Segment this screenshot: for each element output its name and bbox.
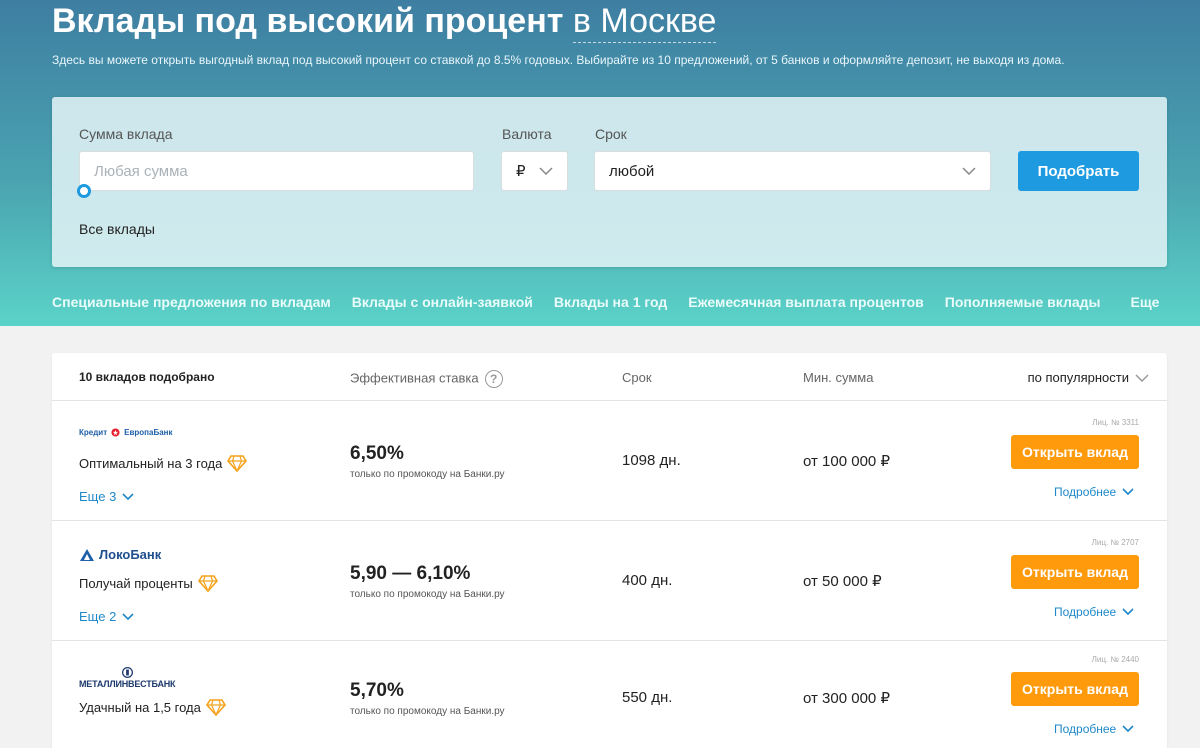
more-offers-link[interactable]: Еще 3 (79, 489, 134, 504)
rate-value: 5,70% (350, 680, 404, 701)
details-text: Подробнее (1054, 722, 1117, 736)
chevron-down-icon (1122, 488, 1134, 496)
page-title-main: Вклады под высокий процент (52, 2, 564, 40)
license-number: Лиц. № 2440 (1091, 655, 1139, 664)
sort-value: по популярности (1027, 370, 1129, 385)
diamond-icon (227, 455, 248, 472)
city-selector[interactable]: в Москве (572, 2, 717, 43)
min-sum-value: от 100 000 ₽ (803, 453, 890, 470)
bank-logo-kredit-europa[interactable]: Кредит ЕвропаБанк (79, 428, 172, 437)
chevron-down-icon (1122, 608, 1134, 616)
search-button[interactable]: Подобрать (1018, 151, 1139, 191)
rate-value: 6,50% (350, 443, 404, 464)
bank-emblem-icon (80, 548, 94, 561)
promo-label: Получай проценты (79, 575, 218, 592)
term-select[interactable]: любой (594, 151, 991, 191)
bank-logo-loko[interactable]: ЛокоБанк (79, 547, 161, 562)
search-panel: Сумма вклада Любая сумма Валюта ₽ Срок л… (52, 97, 1167, 267)
hero-section: Вклады под высокий процент в Москве Здес… (0, 0, 1200, 326)
currency-value: ₽ (516, 163, 526, 180)
tab-online-application[interactable]: Вклады с онлайн-заявкой (352, 294, 533, 310)
deposit-row: МЕТАЛЛИНВЕСТБАНК Удачный на 1,5 года 5,7… (52, 641, 1167, 748)
chevron-down-icon (122, 612, 134, 620)
page-subtitle: Здесь вы можете открыть выгодный вклад п… (52, 53, 1065, 67)
bank-logo-metallinvest[interactable]: МЕТАЛЛИНВЕСТБАНК (79, 667, 176, 689)
tab-replenishable[interactable]: Пополняемые вклады (945, 294, 1101, 310)
details-link[interactable]: Подробнее (1054, 485, 1134, 499)
term-value: 550 дн. (622, 689, 673, 706)
open-deposit-button[interactable]: Открыть вклад (1011, 672, 1139, 706)
tab-one-year[interactable]: Вклады на 1 год (554, 294, 667, 310)
column-rate-label: Эффективная ставка (350, 370, 479, 386)
deposit-row: Кредит ЕвропаБанк Оптимальный на 3 года … (52, 401, 1167, 521)
deposit-row: ЛокоБанк Получай проценты Еще 2 5,90 — 6… (52, 521, 1167, 641)
bank-name: ЛокоБанк (99, 547, 162, 562)
results-count: 10 вкладов подобрано (79, 370, 215, 384)
bank-emblem-icon (111, 428, 120, 437)
chevron-down-icon (122, 492, 134, 500)
category-tabs: Специальные предложения по вкладам Вклад… (52, 294, 1180, 310)
tab-monthly-interest[interactable]: Ежемесячная выплата процентов (688, 294, 924, 310)
diamond-icon (197, 575, 218, 592)
column-min-sum: Мин. сумма (803, 370, 874, 385)
tab-more[interactable]: Еще (1130, 294, 1159, 310)
column-rate: Эффективная ставка? (350, 370, 503, 388)
bank-name-part2: ЕвропаБанк (124, 428, 173, 437)
chevron-down-icon (539, 164, 553, 178)
term-label: Срок (595, 126, 627, 142)
term-value: 1098 дн. (622, 452, 681, 469)
more-offers-link[interactable]: Еще 2 (79, 609, 134, 624)
amount-label: Сумма вклада (79, 126, 173, 142)
details-link[interactable]: Подробнее (1054, 605, 1134, 619)
min-sum-value: от 50 000 ₽ (803, 573, 882, 590)
diamond-icon (205, 699, 226, 716)
amount-input[interactable]: Любая сумма (79, 151, 474, 191)
sort-select[interactable]: по популярности (1028, 370, 1149, 385)
bank-name-part1: Кредит (79, 428, 108, 437)
promo-text: Получай проценты (79, 576, 193, 591)
promo-text: Оптимальный на 3 года (79, 456, 223, 471)
rate-value: 5,90 — 6,10% (350, 563, 471, 584)
rate-note: только по промокоду на Банки.ру (350, 706, 505, 717)
min-sum-value: от 300 000 ₽ (803, 690, 890, 707)
details-link[interactable]: Подробнее (1054, 722, 1134, 736)
more-offers-text: Еще 3 (79, 489, 117, 504)
promo-label: Удачный на 1,5 года (79, 699, 226, 716)
details-text: Подробнее (1054, 485, 1117, 499)
rate-note: только по промокоду на Банки.ру (350, 469, 505, 480)
term-value: любой (609, 162, 655, 180)
chevron-down-icon (962, 164, 976, 178)
currency-label: Валюта (502, 126, 552, 142)
all-deposits-link[interactable]: Все вклады (79, 221, 155, 237)
results-list: 10 вкладов подобрано Эффективная ставка?… (52, 353, 1167, 748)
promo-label: Оптимальный на 3 года (79, 455, 248, 472)
details-text: Подробнее (1054, 605, 1117, 619)
promo-text: Удачный на 1,5 года (79, 700, 201, 715)
open-deposit-button[interactable]: Открыть вклад (1011, 435, 1139, 469)
chevron-down-icon (1135, 373, 1149, 382)
help-icon[interactable]: ? (484, 370, 503, 388)
page-title: Вклады под высокий процент в Москве (52, 2, 717, 43)
currency-select[interactable]: ₽ (501, 151, 568, 191)
amount-slider-handle[interactable] (77, 184, 91, 198)
results-header: 10 вкладов подобрано Эффективная ставка?… (52, 353, 1167, 401)
bank-emblem-icon (121, 667, 133, 678)
license-number: Лиц. № 3311 (1092, 418, 1139, 427)
chevron-down-icon (1122, 725, 1134, 733)
tab-special-offers[interactable]: Специальные предложения по вкладам (52, 294, 331, 310)
term-value: 400 дн. (622, 572, 673, 589)
open-deposit-button[interactable]: Открыть вклад (1011, 555, 1139, 589)
license-number: Лиц. № 2707 (1091, 538, 1139, 547)
column-term: Срок (622, 370, 652, 385)
more-offers-text: Еще 2 (79, 609, 117, 624)
rate-note: только по промокоду на Банки.ру (350, 589, 505, 600)
bank-name: МЕТАЛЛИНВЕСТБАНК (79, 679, 176, 689)
